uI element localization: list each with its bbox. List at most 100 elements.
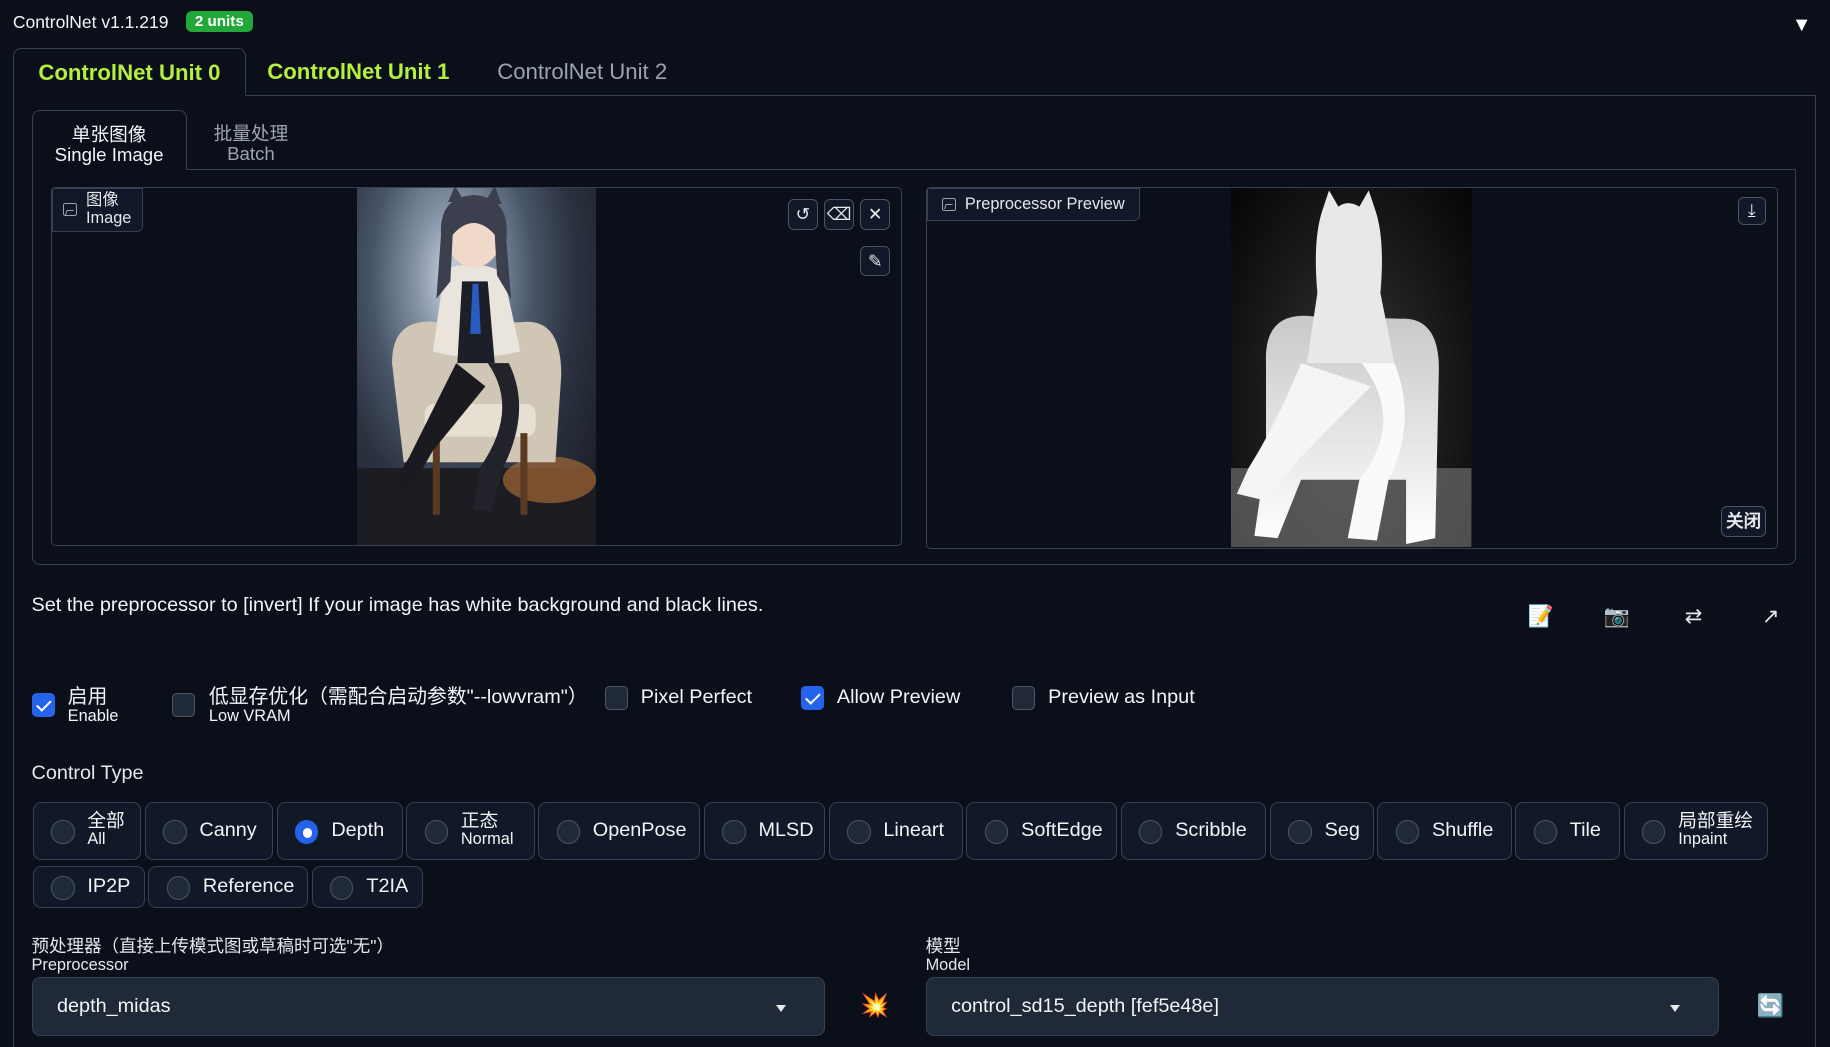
control-type-canny-label: Canny — [199, 819, 257, 842]
tab-unit-2[interactable]: ControlNet Unit 2 — [473, 48, 692, 96]
control-type-all[interactable]: 全部 All — [32, 801, 142, 861]
radio-icon — [163, 820, 187, 844]
close-icon[interactable]: ✕ — [860, 199, 891, 230]
control-type-canny[interactable]: Canny — [144, 801, 274, 861]
tab-unit-1[interactable]: ControlNet Unit 1 — [243, 48, 474, 96]
control-type-inpaint-en: Inpaint — [1678, 829, 1728, 848]
radio-icon — [984, 820, 1009, 844]
options-row: 启用 Enable 低显存优化（需配合启动参数"--lowvram"） Low … — [31, 683, 1316, 730]
preprocessor-value: depth_midas — [57, 995, 171, 1018]
control-type-normal[interactable]: 正态 Normal — [406, 801, 535, 861]
control-type-tile[interactable]: Tile — [1515, 801, 1621, 861]
input-image-label-en: Image — [86, 208, 132, 227]
control-type-normal-en: Normal — [460, 829, 514, 848]
allow-preview-checkbox[interactable] — [800, 686, 825, 710]
preprocessor-hint: Set the preprocessor to [invert] If your… — [31, 594, 764, 617]
control-type-tile-label: Tile — [1569, 819, 1601, 842]
control-type-reference-label: Reference — [202, 875, 295, 898]
radio-icon — [166, 876, 191, 900]
eraser-icon[interactable]: ⌫ — [823, 199, 855, 230]
control-type-openpose-label: OpenPose — [592, 819, 687, 842]
control-type-mlsd[interactable]: MLSD — [703, 801, 826, 861]
input-photo — [356, 187, 597, 545]
control-type-label: Control Type — [31, 762, 144, 785]
control-type-inpaint[interactable]: 局部重绘 Inpaint — [1623, 801, 1769, 861]
brush-icon[interactable]: ✎ — [860, 246, 891, 277]
input-image-label: 图像 Image — [52, 187, 143, 232]
webcam-icon[interactable]: 📷 — [1603, 603, 1631, 631]
swap-icon[interactable]: ⇄ — [1680, 603, 1708, 631]
control-type-depth[interactable]: Depth — [276, 801, 403, 861]
low-vram-label: 低显存优化（需配合启动参数"--lowvram"） Low VRAM — [208, 686, 588, 725]
new-canvas-icon[interactable]: 📝 — [1527, 603, 1555, 631]
collapse-icon[interactable]: ▼ — [1792, 14, 1812, 37]
refresh-models-icon[interactable]: 🔄 — [1757, 993, 1785, 1019]
tab-single-image[interactable]: 单张图像 Single Image — [31, 109, 187, 171]
units-badge: 2 units — [185, 10, 254, 33]
model-label-cn: 模型 — [925, 936, 961, 957]
radio-icon — [1395, 820, 1420, 844]
tab-unit-0[interactable]: ControlNet Unit 0 — [12, 47, 246, 96]
image-icon — [941, 198, 956, 211]
control-type-inpaint-cn: 局部重绘 — [1678, 810, 1753, 832]
input-image-box[interactable]: 图像 Image ↺ ⌫ ✕ ✎ — [51, 186, 903, 547]
control-type-reference[interactable]: Reference — [148, 866, 309, 909]
control-type-ip2p[interactable]: IP2P — [32, 866, 145, 909]
radio-icon — [1642, 820, 1666, 844]
radio-icon — [330, 876, 354, 900]
preview-as-input-label: Preview as Input — [1048, 686, 1195, 709]
control-type-scribble[interactable]: Scribble — [1120, 801, 1267, 861]
control-type-lineart[interactable]: Lineart — [828, 801, 963, 861]
controlnet-title: ControlNet v1.1.219 — [12, 11, 169, 32]
preprocessor-select[interactable]: depth_midas — [31, 976, 826, 1037]
radio-icon — [1533, 820, 1557, 844]
radio-icon — [51, 820, 75, 844]
control-type-seg[interactable]: Seg — [1269, 801, 1374, 861]
control-type-seg-label: Seg — [1324, 819, 1360, 842]
pixel-perfect-checkbox[interactable] — [604, 686, 628, 710]
control-type-t2ia-label: T2IA — [366, 875, 409, 898]
chevron-down-icon — [775, 1004, 786, 1012]
control-type-openpose[interactable]: OpenPose — [538, 801, 701, 861]
model-label-en: Model — [925, 955, 971, 974]
model-select[interactable]: control_sd15_depth [fef5e48e] — [925, 976, 1720, 1037]
control-type-all-en: All — [87, 829, 106, 848]
run-preprocessor-icon[interactable]: 💥 — [860, 992, 889, 1019]
unit-tab-bar: ControlNet Unit 0 ControlNet Unit 1 Cont… — [12, 47, 1817, 96]
preprocessor-label-cn: 预处理器（直接上传模式图或草稿时可选"无"） — [31, 936, 394, 957]
enable-label: 启用 Enable — [68, 687, 119, 725]
control-type-softedge-label: SoftEdge — [1021, 819, 1103, 842]
radio-icon — [847, 820, 871, 844]
input-photo-art — [356, 187, 597, 545]
tab-batch-en: Batch — [227, 142, 275, 164]
preprocessor-preview-box: Preprocessor Preview ⤓ 关闭 — [925, 186, 1778, 549]
tab-batch-cn: 批量处理 — [213, 122, 289, 144]
radio-icon — [1139, 820, 1163, 844]
preview-as-input-checkbox[interactable] — [1011, 686, 1036, 710]
radio-icon — [51, 876, 75, 900]
control-type-all-cn: 全部 — [87, 810, 125, 832]
tab-batch[interactable]: 批量处理 Batch — [187, 110, 315, 171]
radio-selected-icon — [295, 820, 319, 844]
image-mode-tabs: 单张图像 Single Image 批量处理 Batch — [31, 109, 1797, 171]
image-icon — [62, 203, 77, 217]
close-preview-button[interactable]: 关闭 — [1721, 506, 1766, 537]
control-type-shuffle[interactable]: Shuffle — [1377, 801, 1512, 861]
low-vram-label-cn: 低显存优化（需配合启动参数"--lowvram"） — [208, 686, 588, 709]
low-vram-checkbox[interactable] — [171, 693, 195, 717]
allow-preview-label: Allow Preview — [836, 686, 961, 709]
undo-icon[interactable]: ↺ — [787, 199, 819, 230]
radio-icon — [556, 820, 580, 844]
download-icon[interactable]: ⤓ — [1737, 197, 1766, 226]
depth-map-image — [1231, 187, 1472, 548]
control-type-softedge[interactable]: SoftEdge — [966, 801, 1117, 861]
control-type-lineart-label: Lineart — [883, 819, 945, 842]
send-dimensions-icon[interactable]: ↗ — [1757, 603, 1785, 631]
pixel-perfect-label: Pixel Perfect — [640, 686, 753, 709]
control-type-t2ia[interactable]: T2IA — [311, 866, 423, 909]
control-type-normal-cn: 正态 — [460, 810, 499, 832]
control-type-ip2p-label: IP2P — [87, 875, 131, 898]
control-type-scribble-label: Scribble — [1175, 819, 1247, 842]
enable-checkbox[interactable] — [31, 693, 55, 717]
chevron-down-icon — [1669, 1004, 1680, 1012]
